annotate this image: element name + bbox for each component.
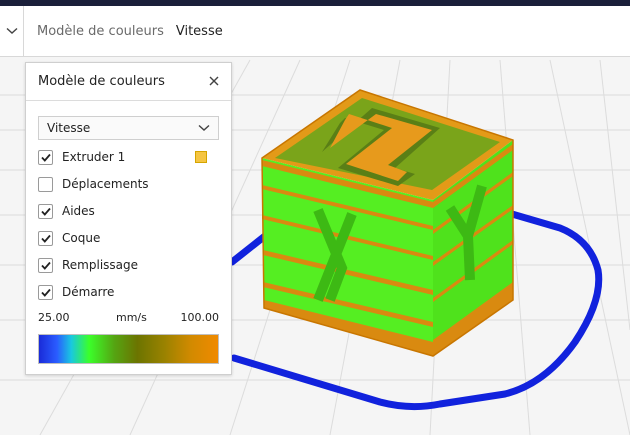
extruder-color-swatch [195, 151, 207, 163]
color-scheme-selected: Vitesse [47, 121, 91, 135]
checkmark-icon [40, 153, 51, 162]
option-label: Démarre [62, 285, 115, 299]
panel-header: Modèle de couleurs [26, 63, 231, 101]
panel-toggle-button[interactable] [0, 6, 24, 56]
legend-max: 100.00 [180, 311, 220, 324]
checkbox-checked[interactable] [38, 149, 53, 165]
option-extruder-1[interactable]: Extruder 1 [38, 148, 219, 166]
header-title: Modèle de couleurs [37, 23, 164, 39]
color-scheme-panel: Modèle de couleurs Vitesse Extruder 1 Dé… [25, 62, 232, 375]
panel-title: Modèle de couleurs [38, 74, 165, 89]
checkmark-icon [40, 234, 51, 243]
legend-unit: mm/s [116, 311, 147, 324]
checkbox-checked[interactable] [38, 203, 53, 219]
option-shell[interactable]: Coque [38, 229, 100, 247]
option-label: Remplissage [62, 258, 139, 272]
checkbox-checked[interactable] [38, 257, 53, 273]
checkmark-icon [40, 288, 51, 297]
checkmark-icon [40, 261, 51, 270]
option-starts[interactable]: Démarre [38, 283, 114, 301]
speed-legend-labels: 25.00 mm/s 100.00 [38, 311, 219, 325]
chevron-down-icon [6, 27, 17, 34]
option-helpers[interactable]: Aides [38, 202, 95, 220]
checkmark-icon [40, 207, 51, 216]
legend-min: 25.00 [38, 311, 70, 324]
view-header: Modèle de couleurs Vitesse [0, 6, 630, 57]
speed-gradient-bar [38, 334, 219, 364]
option-label: Aides [62, 204, 95, 218]
option-infill[interactable]: Remplissage [38, 256, 138, 274]
option-label: Extruder 1 [62, 150, 126, 164]
close-icon[interactable] [207, 74, 221, 88]
option-travels[interactable]: Déplacements [38, 175, 149, 193]
checkbox-unchecked[interactable] [38, 176, 53, 192]
option-label: Coque [62, 231, 101, 245]
chevron-down-icon [198, 124, 210, 131]
color-scheme-select[interactable]: Vitesse [38, 116, 219, 140]
checkbox-checked[interactable] [38, 230, 53, 246]
option-label: Déplacements [62, 177, 149, 191]
checkbox-checked[interactable] [38, 284, 53, 300]
header-value[interactable]: Vitesse [176, 24, 223, 39]
